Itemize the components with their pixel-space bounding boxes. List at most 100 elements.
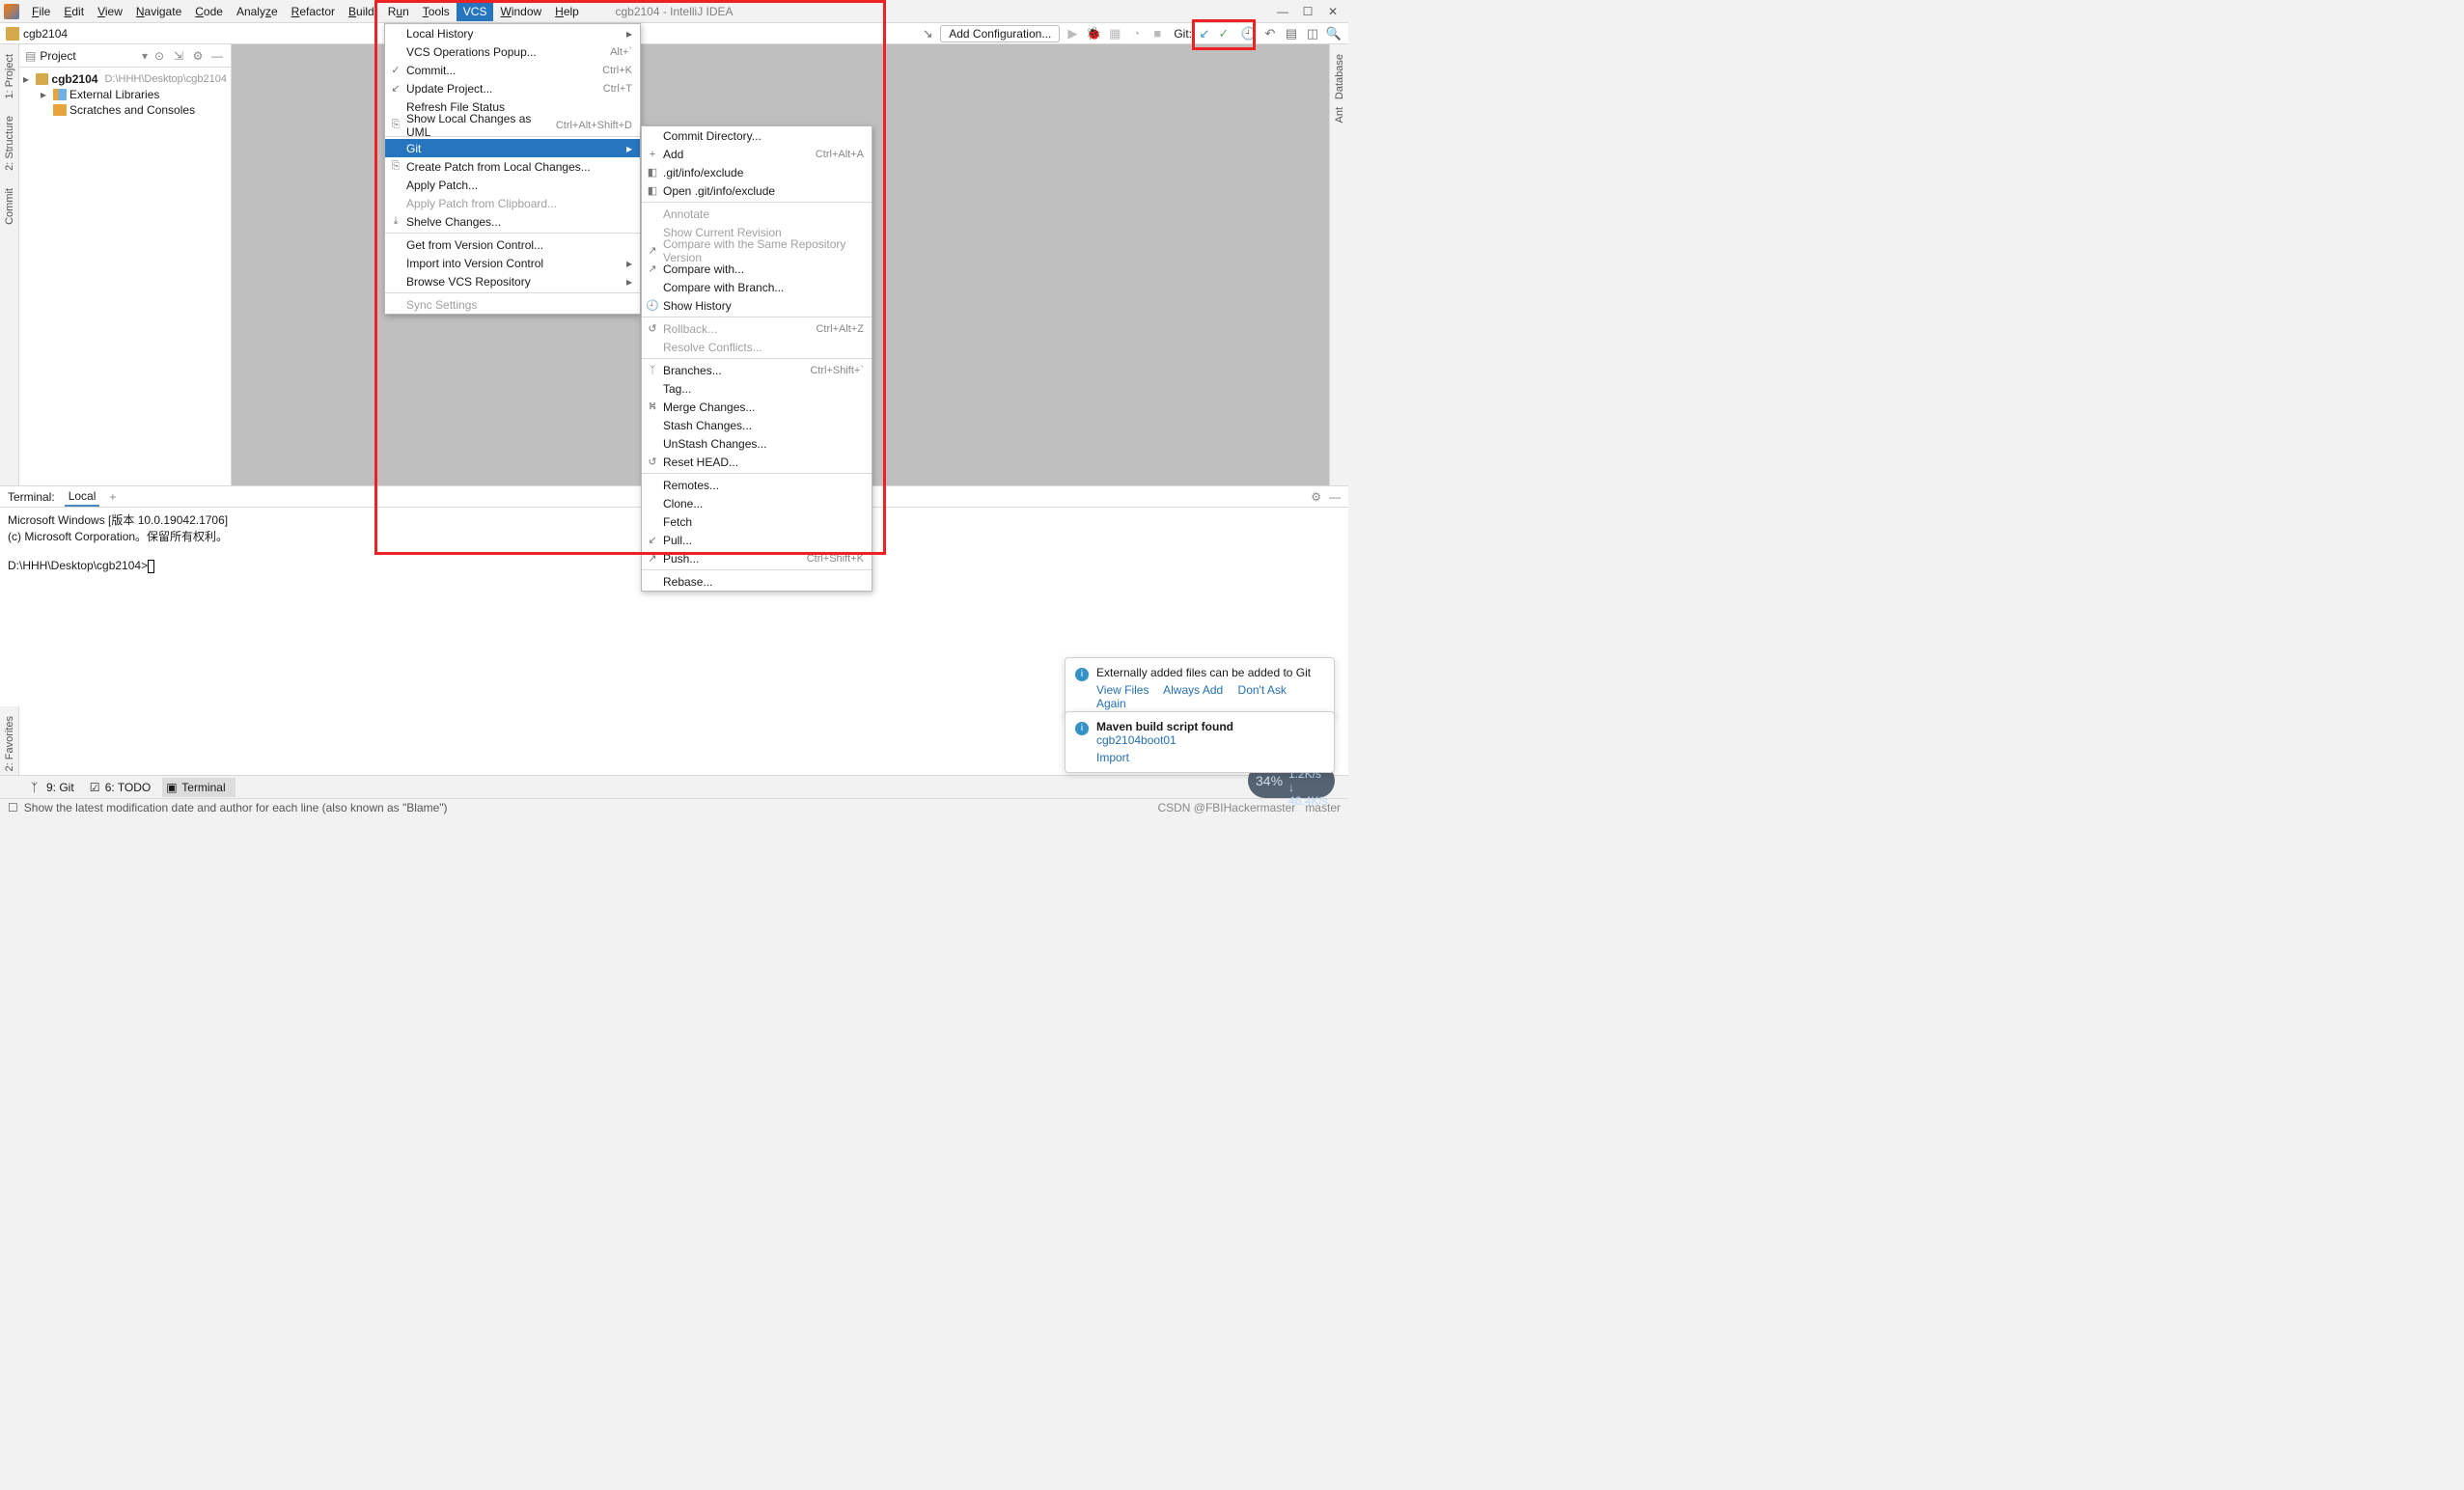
menu-refactor[interactable]: Refactor xyxy=(285,2,342,21)
link-always-add[interactable]: Always Add xyxy=(1163,683,1223,697)
menu-run[interactable]: Run xyxy=(381,2,416,21)
menu-item-label: Create Patch from Local Changes... xyxy=(406,160,591,174)
build-hammer-icon[interactable]: ↘ xyxy=(919,25,936,42)
git-menu-item-22[interactable]: Remotes... xyxy=(642,476,872,494)
notification-line[interactable]: cgb2104boot01 xyxy=(1096,733,1320,747)
vcs-menu-item-13[interactable]: Get from Version Control... xyxy=(385,235,640,254)
git-menu-item-18[interactable]: Stash Changes... xyxy=(642,416,872,434)
git-menu-item-17[interactable]: ⛕Merge Changes... xyxy=(642,398,872,416)
expand-icon[interactable]: ⇲ xyxy=(171,49,186,63)
menu-item-label: Fetch xyxy=(663,515,692,529)
vcs-menu-item-10: Apply Patch from Clipboard... xyxy=(385,194,640,212)
tab-project[interactable]: 1: Project xyxy=(4,50,15,102)
layout-icon[interactable]: ◫ xyxy=(1304,25,1321,42)
git-menu-item-20[interactable]: ↺Reset HEAD... xyxy=(642,453,872,471)
run-icon[interactable]: ▶ xyxy=(1064,25,1081,42)
vcs-menu-item-2[interactable]: ✓Commit...Ctrl+K xyxy=(385,61,640,79)
vcs-menu-item-7[interactable]: Git▸ xyxy=(385,139,640,157)
vcs-menu-item-14[interactable]: Import into Version Control▸ xyxy=(385,254,640,272)
git-menu-item-12: ↺Rollback...Ctrl+Alt+Z xyxy=(642,319,872,338)
bottom-tab-terminal[interactable]: ▣Terminal xyxy=(162,778,235,797)
menu-item-label: .git/info/exclude xyxy=(663,166,743,179)
bottom-tab-todo[interactable]: ☑6: TODO xyxy=(86,778,161,797)
tab-commit[interactable]: Commit xyxy=(4,184,15,229)
git-menu-item-9[interactable]: Compare with Branch... xyxy=(642,278,872,296)
vcs-menu-item-3[interactable]: ↙Update Project...Ctrl+T xyxy=(385,79,640,97)
tab-ant[interactable]: Ant xyxy=(1334,103,1345,127)
menu-analyze[interactable]: Analyze xyxy=(230,2,285,21)
menu-item-label: Add xyxy=(663,148,683,161)
menu-build[interactable]: Build xyxy=(342,2,381,21)
menu-item-label: Get from Version Control... xyxy=(406,238,543,252)
bottom-tab-git[interactable]: ᛉ9: Git xyxy=(27,778,84,797)
close-button[interactable]: ✕ xyxy=(1327,5,1339,18)
menu-code[interactable]: Code xyxy=(188,2,230,21)
git-menu-item-15[interactable]: ᛉBranches...Ctrl+Shift+` xyxy=(642,361,872,379)
git-pull-icon[interactable]: ↙ xyxy=(1196,25,1213,42)
tab-structure[interactable]: 2: Structure xyxy=(4,112,15,175)
git-menu-item-25[interactable]: ↙Pull... xyxy=(642,531,872,549)
terminal-gear-icon[interactable]: ⚙ xyxy=(1311,490,1321,504)
history-icon[interactable]: 🕘 xyxy=(1240,25,1258,42)
notification-maven: i Maven build script found cgb2104boot01… xyxy=(1065,711,1335,773)
git-menu-item-26[interactable]: ↗Push...Ctrl+Shift+K xyxy=(642,549,872,567)
git-menu-item-3[interactable]: ◧Open .git/info/exclude xyxy=(642,181,872,200)
git-commit-icon[interactable]: ✓ xyxy=(1215,25,1232,42)
menu-item-label: Apply Patch from Clipboard... xyxy=(406,197,557,210)
menu-help[interactable]: Help xyxy=(548,2,586,21)
git-menu-item-23[interactable]: Clone... xyxy=(642,494,872,512)
debug-icon[interactable]: 🐞 xyxy=(1085,25,1102,42)
menu-vcs[interactable]: VCS xyxy=(457,2,494,21)
menu-view[interactable]: View xyxy=(91,2,129,21)
git-menu-item-28[interactable]: Rebase... xyxy=(642,572,872,591)
terminal-add-tab[interactable]: + xyxy=(109,490,116,504)
coverage-icon[interactable]: ▦ xyxy=(1106,25,1123,42)
vcs-menu-item-1[interactable]: VCS Operations Popup...Alt+` xyxy=(385,42,640,61)
menu-navigate[interactable]: Navigate xyxy=(129,2,188,21)
menu-edit[interactable]: Edit xyxy=(57,2,91,21)
git-menu-item-0[interactable]: Commit Directory... xyxy=(642,126,872,145)
stop-icon[interactable]: ■ xyxy=(1149,25,1166,42)
git-menu-item-10[interactable]: 🕘Show History xyxy=(642,296,872,315)
tree-root[interactable]: ▸ cgb2104 D:\HHH\Desktop\cgb2104 xyxy=(19,71,231,87)
target-icon[interactable]: ⊙ xyxy=(152,49,167,63)
hide-icon[interactable]: — xyxy=(209,49,225,63)
git-menu-item-19[interactable]: UnStash Changes... xyxy=(642,434,872,453)
git-menu-item-24[interactable]: Fetch xyxy=(642,512,872,531)
minimize-button[interactable]: — xyxy=(1277,5,1288,18)
search-icon[interactable]: 🔍 xyxy=(1325,25,1343,42)
revert-icon[interactable]: ↶ xyxy=(1261,25,1279,42)
tab-favorites[interactable]: 2: Favorites xyxy=(4,712,15,775)
link-view-files[interactable]: View Files xyxy=(1096,683,1149,697)
maximize-button[interactable]: ☐ xyxy=(1302,5,1314,18)
vcs-menu-item-11[interactable]: ⤓Shelve Changes... xyxy=(385,212,640,231)
git-menu-item-8[interactable]: ↗Compare with... xyxy=(642,260,872,278)
menu-item-label: Shelve Changes... xyxy=(406,215,501,229)
profile-icon[interactable]: ◔ xyxy=(1127,25,1145,42)
menu-file[interactable]: File xyxy=(25,2,57,21)
add-configuration-button[interactable]: Add Configuration... xyxy=(940,25,1060,42)
terminal-tab-local[interactable]: Local xyxy=(65,487,100,507)
vcs-menu-item-15[interactable]: Browse VCS Repository▸ xyxy=(385,272,640,290)
tree-external-libs[interactable]: ▸ External Libraries xyxy=(19,87,231,102)
menu-shortcut: Ctrl+Alt+A xyxy=(816,149,864,160)
git-menu-item-16[interactable]: Tag... xyxy=(642,379,872,398)
terminal-hide-icon[interactable]: — xyxy=(1329,490,1341,504)
vcs-menu-item-0[interactable]: Local History▸ xyxy=(385,24,640,42)
vcs-menu-item-9[interactable]: Apply Patch... xyxy=(385,176,640,194)
git-menu-item-1[interactable]: +AddCtrl+Alt+A xyxy=(642,145,872,163)
menu-shortcut: Ctrl+Shift+` xyxy=(810,365,864,376)
menu-window[interactable]: Window xyxy=(493,2,548,21)
submenu-arrow-icon: ▸ xyxy=(626,27,632,41)
vcs-menu-item-5[interactable]: ⎘Show Local Changes as UMLCtrl+Alt+Shift… xyxy=(385,116,640,134)
link-import[interactable]: Import xyxy=(1096,751,1129,764)
git-menu-item-2[interactable]: ◧.git/info/exclude xyxy=(642,163,872,181)
tab-database[interactable]: Database xyxy=(1334,50,1345,103)
menu-tools[interactable]: Tools xyxy=(416,2,457,21)
tree-scratches[interactable]: ▸ Scratches and Consoles xyxy=(19,102,231,118)
breadcrumb[interactable]: cgb2104 xyxy=(23,27,68,41)
vcs-menu-item-8[interactable]: ⎘Create Patch from Local Changes... xyxy=(385,157,640,176)
diff-icon[interactable]: ▤ xyxy=(1283,25,1300,42)
gear-icon[interactable]: ⚙ xyxy=(190,49,206,63)
menu-item-icon: ↺ xyxy=(646,322,659,335)
